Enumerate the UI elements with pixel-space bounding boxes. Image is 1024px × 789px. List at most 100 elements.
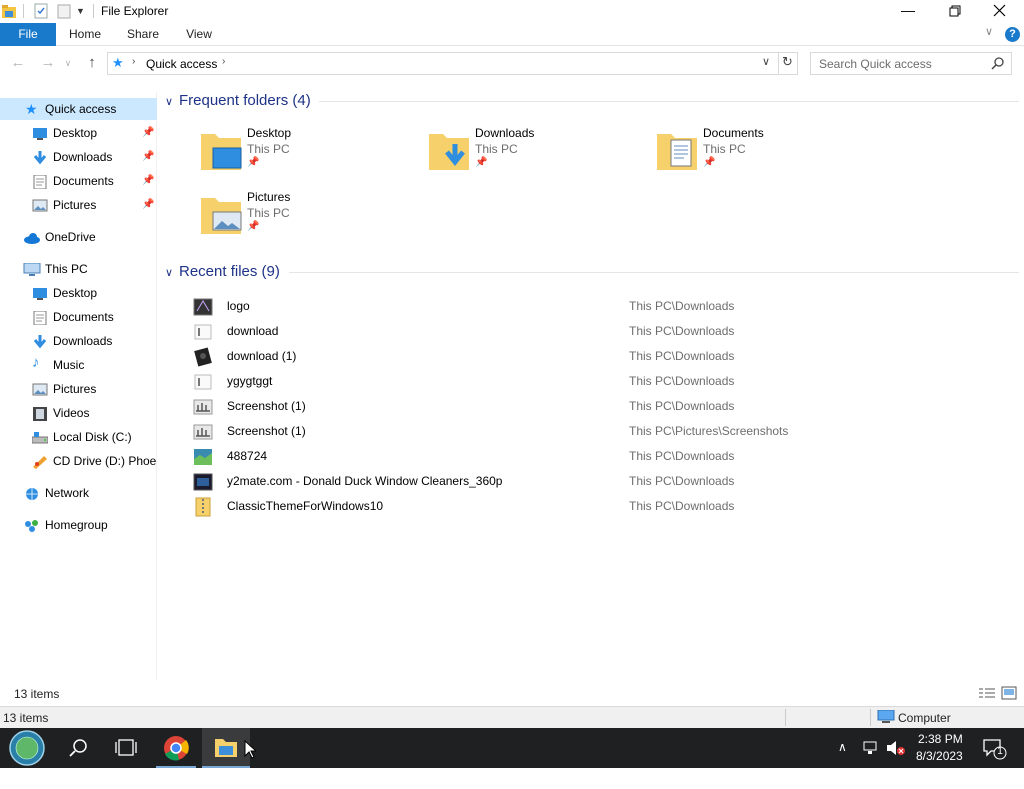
sidebar-item-pc-documents[interactable]: Documents: [0, 306, 157, 328]
sidebar-item-pc-music[interactable]: ♪ Music: [0, 354, 157, 376]
chrome-taskbar-icon[interactable]: [152, 728, 200, 768]
file-explorer-app-icon[interactable]: [1, 3, 17, 19]
collapse-chevron-icon[interactable]: ∨: [165, 266, 179, 279]
image-file-icon: [193, 447, 213, 467]
list-item[interactable]: logo This PC\Downloads: [193, 294, 1013, 319]
restore-button[interactable]: [931, 0, 977, 23]
sidebar-item-pc-local-disk[interactable]: Local Disk (C:): [0, 426, 157, 448]
new-folder-quick-icon[interactable]: [56, 3, 72, 19]
volume-muted-icon[interactable]: [886, 740, 906, 780]
sidebar-item-pc-cd-drive[interactable]: CD Drive (D:) Phoer: [0, 450, 157, 472]
tab-share[interactable]: Share: [118, 23, 168, 46]
search-taskbar-icon[interactable]: [54, 728, 102, 768]
sidebar-item-desktop[interactable]: Desktop 📌: [0, 122, 157, 144]
properties-quick-icon[interactable]: [33, 3, 49, 19]
breadcrumb-quick-access[interactable]: Quick access: [146, 57, 217, 71]
frequent-folders-header[interactable]: ∨ Frequent folders (4): [165, 92, 311, 109]
bottom-status-bar: 13 items Computer: [0, 706, 1024, 728]
search-icon[interactable]: [991, 56, 1005, 70]
blank-file-icon: [193, 372, 213, 392]
breadcrumb-chevron-icon[interactable]: ›: [222, 56, 225, 67]
list-item[interactable]: download This PC\Downloads: [193, 319, 1013, 344]
details-view-icon[interactable]: [978, 686, 996, 700]
tab-home[interactable]: Home: [60, 23, 110, 46]
sidebar-item-pc-downloads[interactable]: Downloads: [0, 330, 157, 352]
folder-tile-desktop[interactable]: Desktop This PC 📌: [201, 126, 421, 184]
network-icon: [23, 486, 39, 500]
search-input[interactable]: Search Quick access: [819, 57, 932, 71]
large-icons-view-icon[interactable]: [1001, 686, 1017, 700]
group-divider: [319, 101, 1019, 102]
folder-tile-pictures[interactable]: Pictures This PC 📌: [201, 190, 421, 248]
pin-icon[interactable]: 📌: [142, 170, 154, 192]
breadcrumb-separator-icon[interactable]: ›: [132, 56, 135, 67]
pin-icon[interactable]: 📌: [142, 122, 154, 144]
desktop-folder-icon: [201, 130, 245, 170]
window-title: File Explorer: [101, 4, 169, 18]
sidebar-item-pc-desktop[interactable]: Desktop: [0, 282, 157, 304]
list-item[interactable]: Screenshot (1) This PC\Downloads: [193, 394, 1013, 419]
music-icon: ♪: [32, 354, 40, 371]
zip-file-icon: [193, 497, 213, 517]
downloads-icon: [32, 150, 48, 165]
sidebar-item-downloads[interactable]: Downloads 📌: [0, 146, 157, 168]
up-arrow-icon[interactable]: ↑: [82, 53, 102, 73]
pin-icon[interactable]: 📌: [142, 194, 154, 216]
show-hidden-icons-icon[interactable]: ∧: [838, 740, 847, 780]
sidebar-item-pc-videos[interactable]: Videos: [0, 402, 157, 424]
forward-arrow-icon[interactable]: →: [38, 53, 58, 73]
local-disk-icon: [31, 430, 49, 444]
list-item[interactable]: y2mate.com - Donald Duck Window Cleaners…: [193, 469, 1013, 494]
content-pane: ∨ Frequent folders (4) Desktop This PC 📌 …: [157, 84, 1024, 680]
search-box[interactable]: Search Quick access: [810, 52, 1012, 75]
folder-tile-documents[interactable]: Documents This PC 📌: [657, 126, 877, 184]
pin-icon[interactable]: 📌: [142, 146, 154, 168]
video-file-icon: [193, 472, 213, 492]
customize-quick-access-icon[interactable]: ▼: [76, 3, 86, 19]
documents-icon: [32, 310, 48, 326]
collapse-chevron-icon[interactable]: ∨: [165, 95, 179, 108]
back-arrow-icon[interactable]: ←: [8, 53, 28, 73]
pictures-folder-icon: [201, 194, 245, 234]
list-item[interactable]: Screenshot (1) This PC\Pictures\Screensh…: [193, 419, 1013, 444]
sidebar-item-network[interactable]: Network: [0, 482, 157, 504]
list-item[interactable]: 488724 This PC\Downloads: [193, 444, 1013, 469]
network-tray-icon[interactable]: [862, 740, 880, 780]
desktop-icon: [32, 286, 48, 300]
sidebar-item-onedrive[interactable]: OneDrive: [0, 226, 157, 248]
file-explorer-taskbar-icon[interactable]: [202, 728, 250, 768]
sidebar-item-pictures[interactable]: Pictures 📌: [0, 194, 157, 216]
recent-locations-chevron-icon[interactable]: ∨: [62, 53, 74, 73]
address-dropdown-icon[interactable]: ∨: [762, 55, 770, 68]
screenshot-file-icon: [193, 397, 213, 417]
homegroup-icon: [23, 518, 39, 532]
image-file-icon: [193, 297, 213, 317]
help-icon[interactable]: ?: [1005, 27, 1020, 42]
task-view-icon[interactable]: [102, 728, 150, 768]
tab-file[interactable]: File: [0, 23, 56, 46]
close-button[interactable]: [977, 0, 1023, 23]
sidebar-item-this-pc[interactable]: This PC: [0, 258, 157, 280]
recent-files-header[interactable]: ∨ Recent files (9): [165, 263, 280, 280]
downloads-icon: [32, 334, 48, 349]
sidebar-item-quick-access[interactable]: ★ Quick access: [0, 98, 157, 120]
minimize-button[interactable]: —: [885, 0, 931, 23]
refresh-icon[interactable]: ↻: [782, 54, 793, 70]
sidebar-item-pc-pictures[interactable]: Pictures: [0, 378, 157, 400]
folder-tile-downloads[interactable]: Downloads This PC 📌: [429, 126, 649, 184]
list-item[interactable]: ygygtggt This PC\Downloads: [193, 369, 1013, 394]
action-center-icon[interactable]: 1: [982, 738, 1008, 778]
pictures-icon: [32, 198, 48, 212]
title-bar: ▼ File Explorer —: [0, 0, 1024, 23]
address-bar[interactable]: ★ › Quick access › ∨ ↻: [107, 52, 798, 75]
expand-ribbon-icon[interactable]: ∨: [985, 25, 993, 38]
item-count: 13 items: [14, 687, 60, 701]
tab-view[interactable]: View: [176, 23, 222, 46]
list-item[interactable]: download (1) This PC\Downloads: [193, 344, 1013, 369]
sidebar-item-homegroup[interactable]: Homegroup: [0, 514, 157, 536]
list-item[interactable]: ClassicThemeForWindows10 This PC\Downloa…: [193, 494, 1013, 519]
clock-date[interactable]: 8/3/2023: [916, 749, 963, 789]
sidebar-item-documents[interactable]: Documents 📌: [0, 170, 157, 192]
start-button[interactable]: [2, 728, 50, 768]
mouse-cursor-icon: [244, 739, 258, 760]
